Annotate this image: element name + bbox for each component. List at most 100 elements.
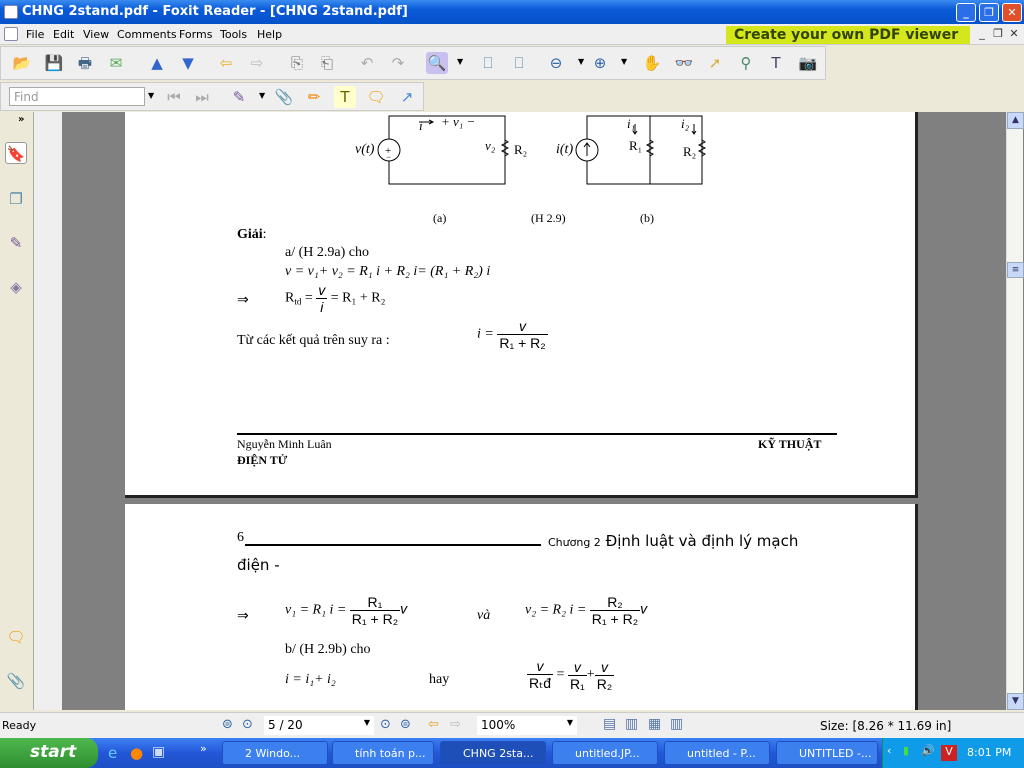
find-dropdown-icon[interactable]: ▼ bbox=[148, 91, 154, 100]
forward-status-icon[interactable]: ⇨ bbox=[450, 717, 461, 732]
task-untitled-jpg[interactable]: untitled.JP... bbox=[552, 741, 658, 765]
caption-a: (a) bbox=[433, 211, 447, 225]
pages-icon[interactable]: ❐ bbox=[5, 188, 27, 210]
menu-forms[interactable]: Forms bbox=[179, 28, 212, 41]
close-button[interactable]: ✕ bbox=[1002, 3, 1022, 22]
layers-icon[interactable]: ◈ bbox=[5, 276, 27, 298]
save-icon[interactable]: 💾 bbox=[43, 52, 65, 74]
start-button[interactable]: start bbox=[0, 738, 98, 768]
mdi-minimize-button[interactable]: _ bbox=[974, 27, 990, 43]
select-icon[interactable]: ➚ bbox=[704, 52, 726, 74]
mdi-restore-button[interactable]: ❐ bbox=[990, 27, 1006, 43]
fit-page-icon[interactable]: ⎕ bbox=[477, 52, 499, 74]
menu-help[interactable]: Help bbox=[257, 28, 282, 41]
zoom-in-tool-icon[interactable]: 🔍 bbox=[426, 52, 448, 74]
equation-1: v = v₁+ v₂ = R₁ i + R₂ i= (R₁ + R₂) i bbox=[285, 264, 491, 279]
note-icon[interactable]: 🗨 bbox=[365, 86, 387, 108]
hand-tool-icon[interactable]: ✋ bbox=[641, 52, 663, 74]
circuit-figure: +− bbox=[377, 115, 707, 185]
equation-2: Rtd = vi = R₁ + R₂ bbox=[285, 282, 386, 315]
snapshot-icon[interactable]: 📷 bbox=[797, 52, 819, 74]
mdi-close-button[interactable]: ✕ bbox=[1006, 27, 1022, 43]
search-binoculars-icon[interactable]: ⚲ bbox=[735, 52, 757, 74]
find-next-icon[interactable]: ⏭ bbox=[191, 86, 213, 108]
print-icon[interactable]: 🖶 bbox=[74, 52, 96, 74]
typewriter-dropdown-icon[interactable]: ▼ bbox=[259, 91, 265, 100]
task-untitled-paint[interactable]: untitled - P... bbox=[664, 741, 770, 765]
menu-file[interactable]: File bbox=[26, 28, 44, 41]
system-tray: ‹ ▮ 🔊 V 8:01 PM bbox=[882, 738, 1024, 768]
footer-rule bbox=[237, 433, 837, 435]
desktop-icon[interactable]: ▣ bbox=[152, 744, 165, 760]
undo-icon[interactable]: ↶ bbox=[356, 52, 378, 74]
ie-icon[interactable]: e bbox=[108, 744, 117, 762]
minimize-button[interactable]: _ bbox=[956, 3, 976, 22]
menu-comments[interactable]: Comments bbox=[117, 28, 177, 41]
vertical-scrollbar[interactable]: ▲ ≡ ▼ bbox=[1006, 112, 1024, 710]
reading-icon[interactable]: 👓 bbox=[673, 52, 695, 74]
extract-page-icon[interactable]: ⎗ bbox=[316, 52, 338, 74]
task-isis[interactable]: UNTITLED -... bbox=[776, 741, 878, 765]
zoom-in-icon[interactable]: ⊕ bbox=[589, 52, 611, 74]
quicklaunch-more-icon[interactable]: » bbox=[200, 742, 207, 755]
task-foxit[interactable]: CHNG 2sta... bbox=[440, 741, 546, 765]
firefox-icon[interactable]: ● bbox=[130, 744, 143, 762]
antivirus-icon[interactable]: V bbox=[941, 745, 957, 761]
find-previous-icon[interactable]: ⏮ bbox=[163, 86, 185, 108]
facing-icon[interactable]: ▦ bbox=[648, 716, 661, 732]
fit-width-icon[interactable]: ⎕ bbox=[508, 52, 530, 74]
comment-list-icon[interactable]: 🗨 bbox=[5, 626, 27, 648]
single-page-icon[interactable]: ▤ bbox=[603, 716, 616, 732]
typewriter-icon[interactable]: ✎ bbox=[228, 86, 250, 108]
zoom-field[interactable]: 100% ▼ bbox=[477, 716, 577, 735]
email-icon[interactable]: ✉ bbox=[105, 52, 127, 74]
first-page-icon[interactable]: ⊜ bbox=[222, 717, 233, 732]
pencil-icon[interactable]: ✏ bbox=[303, 86, 325, 108]
last-page-icon[interactable]: ⊜ bbox=[400, 717, 411, 732]
text-select-icon[interactable]: T bbox=[765, 52, 787, 74]
prev-page-icon[interactable]: ⊙ bbox=[242, 717, 253, 732]
zoom-out-dropdown-icon[interactable]: ▼ bbox=[578, 57, 584, 66]
volume-icon[interactable]: 🔊 bbox=[921, 744, 935, 757]
bookmarks-icon[interactable]: 🔖 bbox=[5, 142, 27, 164]
equation-3: i = v R₁ + R₂ bbox=[477, 318, 548, 351]
task-windows-explorer[interactable]: 2 Windo... bbox=[222, 741, 328, 765]
scroll-up-button[interactable]: ▲ bbox=[1007, 112, 1024, 129]
attachment-tool-icon[interactable]: 📎 bbox=[273, 86, 295, 108]
next-page-status-icon[interactable]: ⊙ bbox=[380, 717, 391, 732]
arrow-tool-icon[interactable]: ↗ bbox=[396, 86, 418, 108]
redo-icon[interactable]: ↷ bbox=[387, 52, 409, 74]
restore-button[interactable]: ❐ bbox=[979, 3, 999, 22]
scroll-down-button[interactable]: ▼ bbox=[1007, 693, 1024, 710]
task-firefox[interactable]: tính toán p... bbox=[332, 741, 434, 765]
previous-page-icon[interactable]: ▲ bbox=[146, 52, 168, 74]
find-box[interactable]: Find bbox=[9, 87, 145, 106]
app-icon bbox=[4, 5, 18, 19]
continuous-icon[interactable]: ▥ bbox=[625, 716, 638, 732]
textbox-icon[interactable]: T bbox=[334, 86, 356, 108]
forward-icon[interactable]: ⇨ bbox=[246, 52, 268, 74]
next-page-icon[interactable]: ▼ bbox=[177, 52, 199, 74]
expand-panel-icon[interactable]: » bbox=[18, 114, 24, 125]
promo-banner[interactable]: Create your own PDF viewer ⚙ bbox=[726, 26, 970, 61]
comments-panel-icon[interactable]: ✎ bbox=[5, 232, 27, 254]
zoom-out-icon[interactable]: ⊖ bbox=[545, 52, 567, 74]
scroll-thumb[interactable]: ≡ bbox=[1007, 262, 1024, 278]
find-input[interactable] bbox=[10, 88, 144, 105]
zoom-dropdown-icon[interactable]: ▼ bbox=[457, 57, 463, 66]
solution-heading: Giải: bbox=[237, 227, 267, 242]
continuous-facing-icon[interactable]: ▥ bbox=[670, 716, 683, 732]
footer-left-2: ĐIỆN TỬ bbox=[237, 453, 288, 467]
page-number-field[interactable]: 5 / 20 ▼ bbox=[264, 716, 374, 735]
insert-page-icon[interactable]: ⎘ bbox=[286, 52, 308, 74]
menu-view[interactable]: View bbox=[83, 28, 109, 41]
back-icon[interactable]: ⇦ bbox=[215, 52, 237, 74]
network-icon[interactable]: ▮ bbox=[903, 744, 909, 757]
menu-edit[interactable]: Edit bbox=[53, 28, 74, 41]
attachments-icon[interactable]: 📎 bbox=[5, 670, 27, 692]
zoom-in-dropdown-icon[interactable]: ▼ bbox=[621, 57, 627, 66]
menu-tools[interactable]: Tools bbox=[220, 28, 247, 41]
open-icon[interactable]: 📂 bbox=[11, 52, 33, 74]
back-status-icon[interactable]: ⇦ bbox=[428, 717, 439, 732]
tray-expand-icon[interactable]: ‹ bbox=[887, 744, 891, 757]
